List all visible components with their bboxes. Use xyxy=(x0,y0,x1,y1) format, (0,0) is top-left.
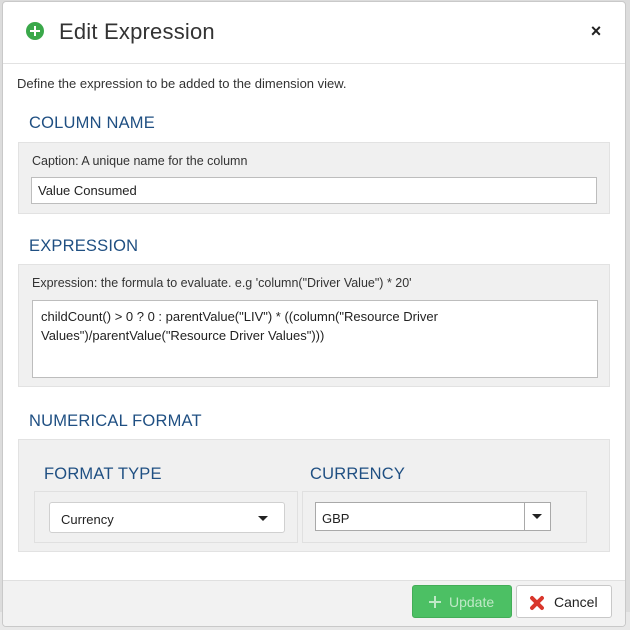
format-type-value: Currency xyxy=(61,512,114,527)
caption-input[interactable] xyxy=(31,177,597,204)
dialog-intro: Define the expression to be added to the… xyxy=(17,76,347,91)
column-name-heading: COLUMN NAME xyxy=(29,114,155,132)
numerical-format-panel: FORMAT TYPE CURRENCY Currency GBP xyxy=(18,439,610,552)
column-name-panel: Caption: A unique name for the column xyxy=(18,142,610,214)
format-type-heading: FORMAT TYPE xyxy=(44,465,162,483)
close-x-icon xyxy=(529,595,545,611)
dialog-title: Edit Expression xyxy=(59,19,215,44)
caret-down-icon xyxy=(532,514,542,519)
expression-panel: Expression: the formula to evaluate. e.g… xyxy=(18,264,610,387)
close-icon[interactable]: × xyxy=(587,22,605,40)
currency-value: GBP xyxy=(322,511,350,526)
update-button[interactable]: Update xyxy=(412,585,512,618)
currency-heading: CURRENCY xyxy=(310,465,406,483)
cancel-button[interactable]: Cancel xyxy=(516,585,612,618)
currency-cell: GBP xyxy=(302,491,587,543)
update-button-label: Update xyxy=(449,594,495,610)
currency-dropdown-button[interactable] xyxy=(524,503,550,530)
expression-label: Expression: the formula to evaluate. e.g… xyxy=(32,276,412,290)
edit-expression-dialog: Edit Expression × Define the expression … xyxy=(2,1,626,627)
expression-heading: EXPRESSION xyxy=(29,237,139,255)
caption-label: Caption: A unique name for the column xyxy=(32,154,248,168)
numerical-format-heading: NUMERICAL FORMAT xyxy=(29,412,202,430)
dialog-header: Edit Expression × xyxy=(3,2,625,64)
cancel-button-label: Cancel xyxy=(554,594,598,610)
expression-textarea[interactable]: childCount() > 0 ? 0 : parentValue("LIV"… xyxy=(32,300,598,378)
plus-circle-icon xyxy=(26,22,44,40)
currency-select[interactable]: GBP xyxy=(315,502,551,531)
plus-icon xyxy=(429,596,441,608)
format-type-cell: Currency xyxy=(34,491,298,543)
format-type-select[interactable]: Currency xyxy=(49,502,285,533)
caret-down-icon xyxy=(258,516,268,521)
